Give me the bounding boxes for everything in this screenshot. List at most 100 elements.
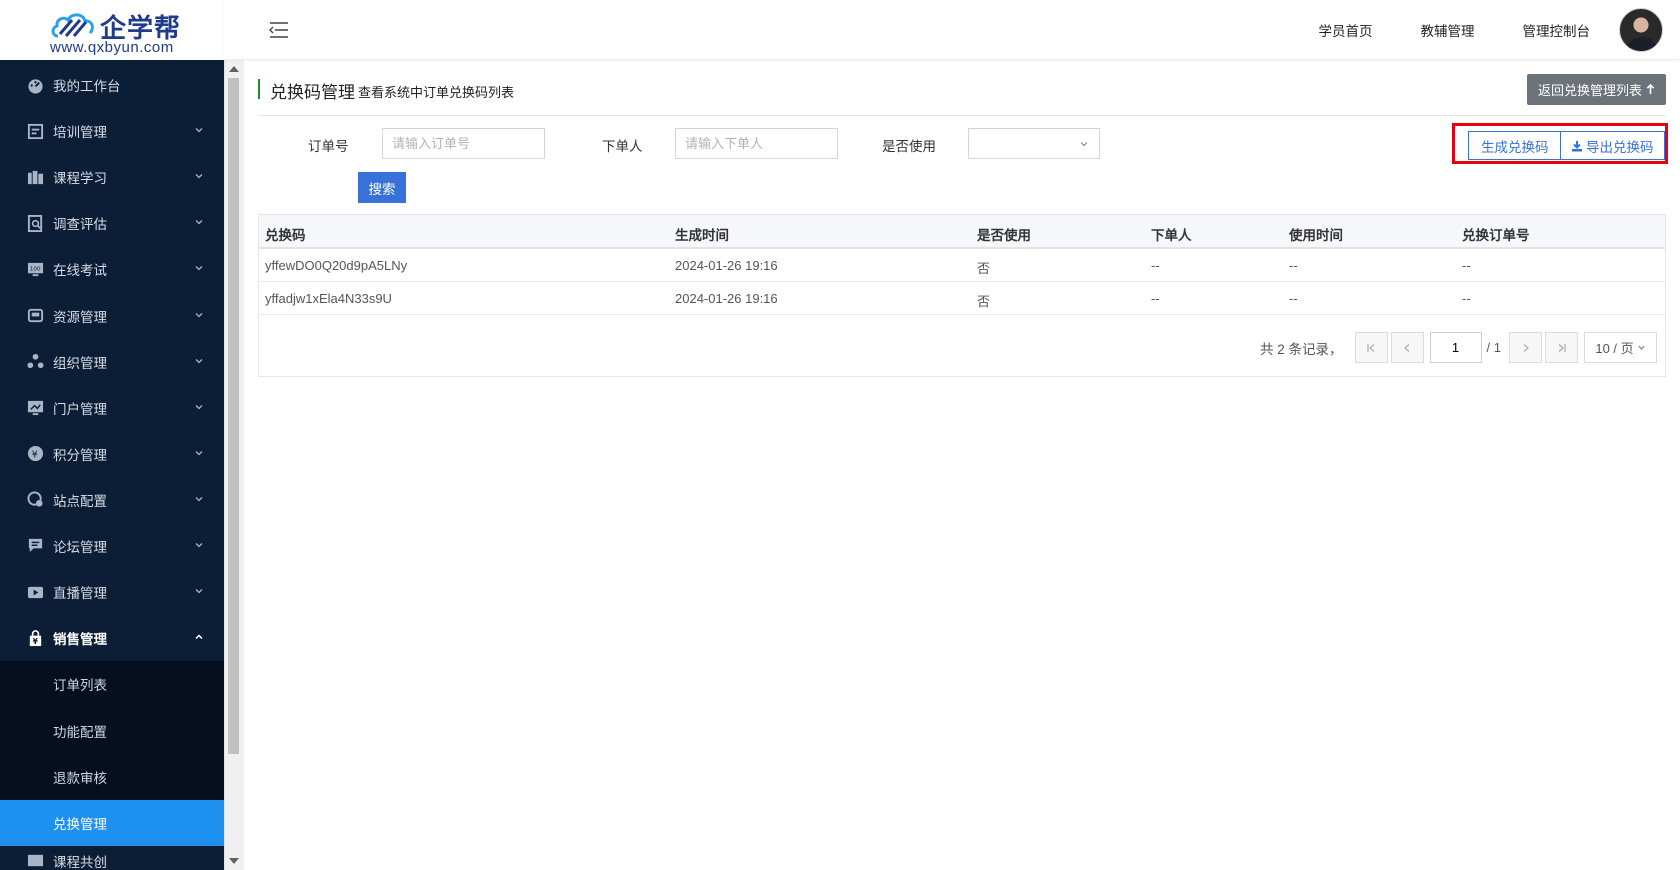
- sidebar-item-site[interactable]: 站点配置: [0, 477, 224, 523]
- order-no-label: 订单号: [308, 139, 349, 154]
- filter-bar: 订单号 下单人 是否使用 搜索 生成兑换码 导出兑换码: [258, 122, 1668, 203]
- live-icon: [26, 583, 44, 601]
- chevron-right-icon: [1523, 343, 1529, 352]
- cell-created: 2024-01-26 19:16: [675, 291, 778, 306]
- search-button[interactable]: 搜索: [358, 172, 406, 203]
- page-title: 兑换码管理: [270, 83, 355, 102]
- menu-toggle-icon[interactable]: [269, 21, 289, 39]
- avatar[interactable]: [1619, 8, 1663, 52]
- cell-buyer: --: [1151, 291, 1160, 306]
- export-code-label: 导出兑换码: [1586, 139, 1654, 155]
- scroll-up-arrow-icon[interactable]: [229, 66, 239, 72]
- sidebar-item-sales[interactable]: ¥ 销售管理: [0, 615, 224, 661]
- training-icon: [26, 122, 44, 140]
- cell-used-time: --: [1289, 258, 1298, 273]
- buyer-input[interactable]: [675, 128, 838, 159]
- arrow-up-icon: [1646, 84, 1655, 94]
- sidebar-item-org[interactable]: 组织管理: [0, 339, 224, 385]
- col-header-used: 是否使用: [977, 228, 1031, 243]
- sidebar-item-workbench[interactable]: 我的工作台: [0, 62, 224, 108]
- chevron-down-icon: [1638, 345, 1645, 350]
- order-no-input[interactable]: [382, 128, 545, 159]
- sidebar-scrollbar[interactable]: [224, 60, 241, 870]
- highlight-box: 生成兑换码 导出兑换码: [1452, 123, 1668, 164]
- first-page-button[interactable]: [1354, 332, 1388, 363]
- buyer-label: 下单人: [602, 139, 643, 154]
- generate-code-label: 生成兑换码: [1481, 139, 1549, 155]
- cell-used: 否: [977, 261, 991, 276]
- sidebar-item-points[interactable]: ¥ 积分管理: [0, 431, 224, 477]
- col-header-used-time: 使用时间: [1289, 228, 1343, 243]
- sidebar-item-label: 资源管理: [53, 309, 107, 325]
- sidebar-item-live[interactable]: 直播管理: [0, 569, 224, 615]
- sidebar-item-label: 论坛管理: [53, 539, 107, 555]
- sidebar-subitem-redeem[interactable]: 兑换管理: [0, 799, 224, 846]
- sidebar-item-label: 课程共创: [53, 854, 107, 870]
- portal-icon: [26, 399, 44, 417]
- back-to-list-button[interactable]: 返回兑换管理列表: [1526, 74, 1666, 105]
- chevron-down-icon: [195, 128, 203, 133]
- svg-text:¥: ¥: [32, 637, 38, 646]
- sidebar-item-exam[interactable]: 100 在线考试: [0, 246, 224, 292]
- resource-icon: [26, 307, 44, 325]
- sidebar-subitem-refund[interactable]: 退款审核: [0, 754, 224, 800]
- sidebar-item-survey[interactable]: 调查评估: [0, 200, 224, 246]
- prev-page-button[interactable]: [1390, 332, 1424, 363]
- table-row[interactable]: yffewDO0Q20d9pA5LNy 2024-01-26 19:16 否 -…: [259, 249, 1665, 282]
- table-row[interactable]: yffadjw1xEla4N33s9U 2024-01-26 19:16 否 -…: [259, 282, 1665, 315]
- sidebar-item-course[interactable]: 课程学习: [0, 154, 224, 200]
- used-label: 是否使用: [882, 139, 936, 154]
- sidebar-item-label: 在线考试: [53, 263, 107, 279]
- sidebar-item-label: 门户管理: [53, 401, 107, 417]
- chevron-down-icon: [195, 450, 203, 456]
- nav-student-home[interactable]: 学员首页: [1319, 20, 1373, 40]
- export-code-button[interactable]: 导出兑换码: [1560, 131, 1665, 160]
- page-size-select[interactable]: 10 / 页: [1584, 332, 1657, 363]
- last-page-button[interactable]: [1545, 332, 1578, 363]
- sidebar-item-label: 调查评估: [53, 217, 107, 233]
- used-select[interactable]: [968, 128, 1100, 159]
- next-page-button[interactable]: [1509, 332, 1542, 363]
- logo[interactable]: 企学帮 www.qxbyun.com: [0, 0, 224, 60]
- sidebar-item-label: 积分管理: [53, 447, 107, 463]
- chevron-down-icon: [195, 404, 203, 410]
- svg-text:100: 100: [29, 266, 40, 272]
- nav-admin-console[interactable]: 管理控制台: [1523, 20, 1591, 40]
- org-icon: [26, 353, 44, 371]
- nav-teaching-aids[interactable]: 教辅管理: [1421, 20, 1475, 40]
- col-header-buyer: 下单人: [1151, 228, 1192, 243]
- sidebar-subitem-config[interactable]: 功能配置: [0, 707, 224, 753]
- scroll-thumb[interactable]: [228, 78, 239, 754]
- col-header-code: 兑换码: [265, 228, 306, 243]
- last-page-icon: [1558, 343, 1566, 352]
- top-nav: 学员首页 教辅管理 管理控制台: [1271, 0, 1591, 60]
- generate-code-button[interactable]: 生成兑换码: [1468, 131, 1562, 160]
- page-number-input[interactable]: [1429, 332, 1482, 363]
- redeem-code-table: 兑换码 生成时间 是否使用 下单人 使用时间 兑换订单号 yffewDO0Q20…: [258, 214, 1666, 377]
- cell-created: 2024-01-26 19:16: [675, 258, 778, 273]
- cell-used: 否: [977, 294, 991, 309]
- chevron-down-icon: [195, 358, 203, 364]
- chevron-down-icon: [195, 312, 203, 317]
- sidebar-item-label: 组织管理: [53, 355, 107, 371]
- sidebar-item-forum[interactable]: 论坛管理: [0, 523, 224, 569]
- chevron-up-icon: [195, 634, 203, 640]
- sidebar-item-course-cocreate[interactable]: 课程共创: [0, 846, 224, 870]
- cell-order-no: --: [1462, 291, 1471, 306]
- sidebar-subitem-orders[interactable]: 订单列表: [0, 661, 224, 707]
- page-subtitle: 查看系统中订单兑换码列表: [358, 85, 515, 100]
- forum-icon: [26, 537, 44, 555]
- exam-icon: 100: [26, 260, 44, 278]
- sidebar-item-portal[interactable]: 门户管理: [0, 385, 224, 431]
- sidebar-item-training[interactable]: 培训管理: [0, 108, 224, 154]
- back-button-label: 返回兑换管理列表: [1537, 83, 1642, 98]
- sidebar-item-label: 销售管理: [53, 632, 107, 648]
- course-icon: [26, 168, 44, 186]
- chevron-down-icon: [195, 496, 203, 502]
- sidebar-item-resource[interactable]: 资源管理: [0, 292, 224, 338]
- chevron-down-icon: [195, 543, 203, 548]
- site-icon: [26, 491, 44, 509]
- table-header: 兑换码 生成时间 是否使用 下单人 使用时间 兑换订单号: [259, 215, 1665, 249]
- first-page-icon: [1367, 343, 1375, 352]
- scroll-down-arrow-icon[interactable]: [229, 858, 239, 864]
